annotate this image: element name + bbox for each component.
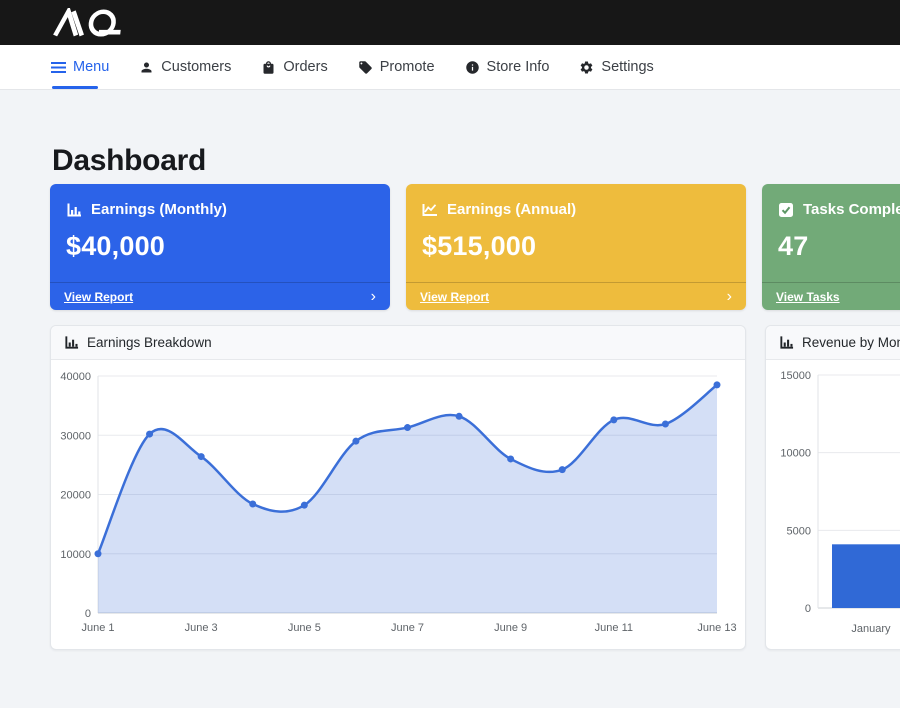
svg-text:30000: 30000 [60,430,91,442]
svg-text:January: January [851,623,891,635]
svg-text:June 3: June 3 [185,622,218,634]
active-tab-underline [52,86,98,89]
check-square-icon [778,202,794,218]
chart-card-header: Earnings Breakdown [51,326,745,360]
revenue-by-month-card: Revenue by Month 0 5000 10000 15000 January [765,325,900,650]
chart-card-title: Earnings Breakdown [87,335,212,350]
svg-text:June 11: June 11 [595,622,633,634]
bar-chart-icon [779,335,794,350]
tag-icon [358,60,373,75]
view-report-link[interactable]: View Report [420,290,489,304]
brand-logo[interactable] [50,8,136,38]
line-chart-icon [422,202,438,218]
svg-text:June 13: June 13 [697,622,736,634]
stat-card-title: Earnings (Monthly) [91,201,227,218]
stat-card-header: Earnings (Annual) [406,184,746,218]
revenue-by-month-chart: 0 5000 10000 15000 January [766,360,900,649]
stat-card-value: $40,000 [50,231,390,262]
svg-text:10000: 10000 [780,448,811,460]
nav-item-label: Store Info [487,59,550,75]
stat-card-footer: View Report › [50,282,390,310]
svg-text:0: 0 [805,603,811,615]
stat-card-footer: View Tasks › [762,282,900,310]
stat-card-header: Tasks Completed [762,184,900,218]
nav-item-label: Promote [380,59,435,75]
stat-card-footer: View Report › [406,282,746,310]
svg-text:15000: 15000 [780,370,811,382]
svg-text:10000: 10000 [60,549,91,561]
nav-item-promote[interactable]: Promote [358,59,435,75]
nav-item-label: Menu [73,59,109,75]
stat-card-title: Earnings (Annual) [447,201,576,218]
stat-card-header: Earnings (Monthly) [50,184,390,218]
stat-card-value: $515,000 [406,231,746,262]
nav-item-orders[interactable]: Orders [261,59,327,75]
earnings-breakdown-card: Earnings Breakdown 0 10000 20000 30000 40000… [50,325,746,650]
bar-chart-icon [66,202,82,218]
view-report-link[interactable]: View Report [64,290,133,304]
chart-card-title: Revenue by Month [802,335,900,350]
chevron-right-icon[interactable]: › [727,289,732,305]
nav-item-customers[interactable]: Customers [139,59,231,75]
bag-icon [261,60,276,75]
info-icon [465,60,480,75]
page-title: Dashboard [52,144,206,178]
stat-cards-row: Earnings (Monthly) $40,000 View Report ›… [50,184,900,310]
bar-chart: 0 5000 10000 15000 January [766,360,900,649]
chart-card-header: Revenue by Month [766,326,900,360]
gear-icon [579,60,594,75]
earnings-breakdown-chart: 0 10000 20000 30000 40000 June 1 June 3 June 5 J… [51,360,745,649]
top-app-bar [0,0,900,45]
person-icon [139,60,154,75]
svg-text:June 1: June 1 [81,622,114,634]
bar-chart-icon [64,335,79,350]
stat-card-earnings-annual: Earnings (Annual) $515,000 View Report › [406,184,746,310]
nav-item-menu[interactable]: Menu [51,59,109,75]
svg-text:20000: 20000 [60,490,91,502]
stat-card-title: Tasks Completed [803,201,900,218]
nav-item-label: Orders [283,59,327,75]
hamburger-icon [51,60,66,75]
stat-card-value: 47 [762,231,900,262]
main-navbar: Menu Customers Orders Promote Store Info… [0,45,900,90]
area-line-chart: 0 10000 20000 30000 40000 June 1 June 3 June 5 J… [51,360,745,649]
stat-card-earnings-monthly: Earnings (Monthly) $40,000 View Report › [50,184,390,310]
stat-card-tasks-completed: Tasks Completed 47 View Tasks › [762,184,900,310]
nav-item-settings[interactable]: Settings [579,59,653,75]
view-tasks-link[interactable]: View Tasks [776,290,840,304]
svg-text:June 7: June 7 [391,622,424,634]
svg-text:5000: 5000 [787,525,811,537]
brand-logo-icon [50,8,136,38]
svg-text:June 5: June 5 [288,622,321,634]
svg-text:40000: 40000 [60,371,91,383]
svg-text:0: 0 [85,608,91,620]
svg-text:June 9: June 9 [494,622,527,634]
nav-item-store-info[interactable]: Store Info [465,59,550,75]
nav-item-label: Settings [601,59,653,75]
nav-item-label: Customers [161,59,231,75]
chevron-right-icon[interactable]: › [371,289,376,305]
